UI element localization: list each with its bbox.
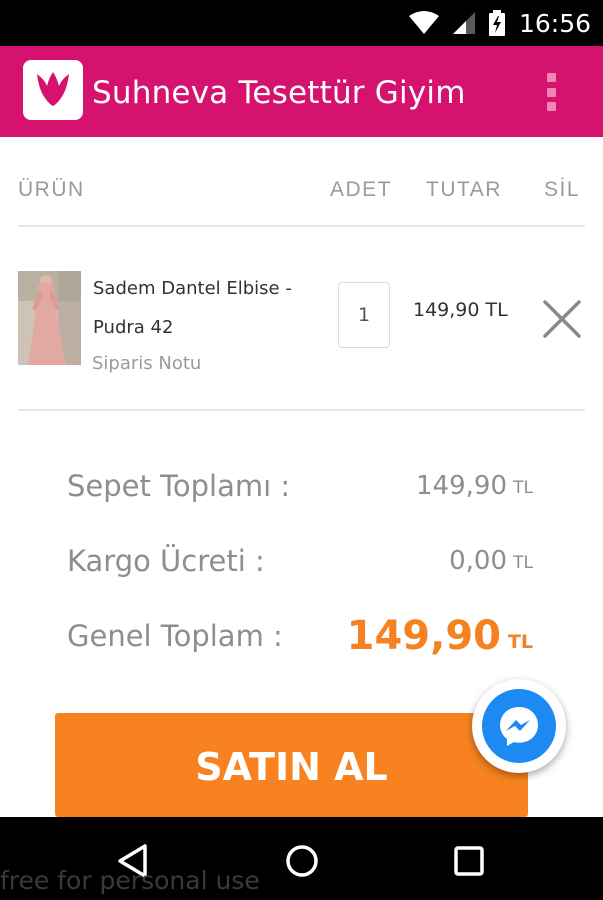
cart-table-header: ÜRÜN ADET TUTAR SİL [18,137,585,227]
grand-total-label: Genel Toplam : [67,619,283,653]
tulip-logo-icon[interactable] [23,60,83,120]
signal-icon [452,12,475,34]
quantity-input[interactable]: 1 [338,282,390,348]
cart-totals: Sepet Toplamı : 149,90 TL Kargo Ücreti :… [0,411,603,701]
header-quantity: ADET [330,178,393,201]
watermark: free for personal use [0,866,260,895]
grand-total-value: 149,90 [346,613,501,659]
product-name[interactable]: Sadem Dantel Elbise - Pudra 42 [93,269,338,347]
item-price: 149,90 TL [413,299,508,321]
header-product: ÜRÜN [18,178,85,201]
app-title: Suhneva Tesettür Giyim [92,75,466,111]
battery-charging-icon [488,10,505,36]
shipping-label: Kargo Ücreti : [67,544,265,578]
cart-item-row: Sadem Dantel Elbise - Pudra 42 Siparis N… [18,229,585,411]
close-icon[interactable] [542,299,582,339]
subtotal-label: Sepet Toplamı : [67,469,291,503]
grand-total-row: Genel Toplam : 149,90 TL [67,611,537,661]
subtotal-row: Sepet Toplamı : 149,90 TL [67,461,537,511]
shipping-currency: TL [513,553,533,573]
header-amount: TUTAR [426,178,502,201]
overflow-menu-icon[interactable] [540,70,562,114]
status-icons: 16:56 [408,0,591,46]
recents-icon[interactable] [447,839,491,883]
app-bar: Suhneva Tesettür Giyim [0,46,603,137]
subtotal-value: 149,90 [416,471,507,501]
buy-button[interactable]: SATIN AL [55,713,528,817]
messenger-button[interactable] [472,679,566,773]
wifi-icon [408,11,439,34]
status-bar: 16:56 [0,0,603,46]
order-note-link[interactable]: Siparis Notu [92,353,201,374]
shipping-row: Kargo Ücreti : 0,00 TL [67,536,537,586]
subtotal-currency: TL [513,478,533,498]
header-delete: SİL [544,178,581,201]
shipping-value: 0,00 [449,546,507,576]
home-icon[interactable] [280,839,324,883]
grand-total-currency: TL [507,631,533,653]
product-image[interactable] [18,271,81,365]
messenger-icon [482,689,556,763]
status-time: 16:56 [518,8,591,38]
